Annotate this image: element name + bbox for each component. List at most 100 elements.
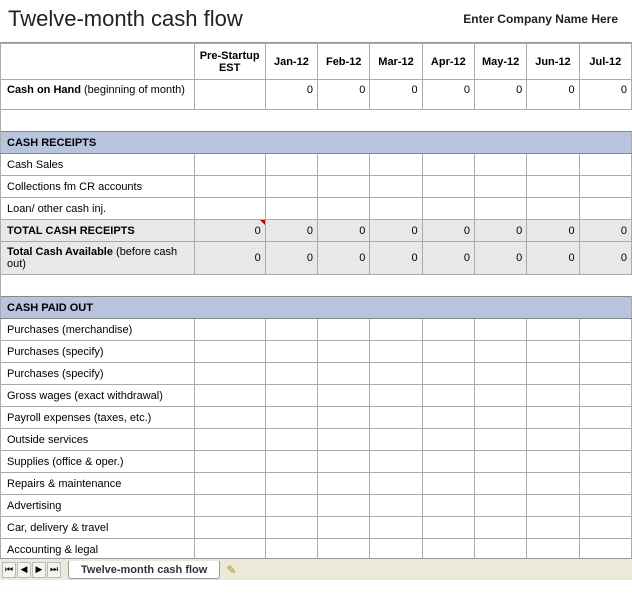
- cell[interactable]: [527, 539, 579, 559]
- cell[interactable]: [474, 517, 526, 539]
- cell[interactable]: [527, 363, 579, 385]
- cell[interactable]: 0: [474, 80, 526, 110]
- company-name[interactable]: Enter Company Name Here: [463, 12, 622, 26]
- cell[interactable]: [194, 363, 265, 385]
- cell[interactable]: [422, 429, 474, 451]
- cell[interactable]: 0: [527, 242, 579, 275]
- cell[interactable]: [318, 176, 370, 198]
- cell[interactable]: [318, 473, 370, 495]
- cell[interactable]: 0: [579, 242, 631, 275]
- cell[interactable]: 0: [422, 80, 474, 110]
- cell[interactable]: [579, 495, 631, 517]
- cell[interactable]: [318, 495, 370, 517]
- cell[interactable]: [579, 451, 631, 473]
- cell[interactable]: [194, 385, 265, 407]
- cell[interactable]: [194, 451, 265, 473]
- cell[interactable]: [527, 198, 579, 220]
- cell[interactable]: [265, 198, 317, 220]
- cell[interactable]: [318, 198, 370, 220]
- cell[interactable]: [527, 473, 579, 495]
- cell[interactable]: [370, 319, 422, 341]
- cell[interactable]: [370, 539, 422, 559]
- nav-last-icon[interactable]: ⏭: [47, 562, 61, 578]
- cell[interactable]: [265, 363, 317, 385]
- cell[interactable]: [474, 363, 526, 385]
- nav-next-icon[interactable]: ▶: [32, 562, 46, 578]
- cell[interactable]: [579, 407, 631, 429]
- cell[interactable]: [318, 385, 370, 407]
- cell[interactable]: 0: [318, 220, 370, 242]
- cell[interactable]: 0: [527, 220, 579, 242]
- cell[interactable]: [265, 176, 317, 198]
- cell[interactable]: [422, 407, 474, 429]
- cell[interactable]: [579, 473, 631, 495]
- cell[interactable]: [474, 407, 526, 429]
- cell[interactable]: [474, 154, 526, 176]
- cell[interactable]: [265, 473, 317, 495]
- cell[interactable]: [422, 154, 474, 176]
- cell[interactable]: [194, 154, 265, 176]
- cell[interactable]: [265, 451, 317, 473]
- cell[interactable]: [422, 539, 474, 559]
- cell[interactable]: [194, 429, 265, 451]
- cell[interactable]: [474, 451, 526, 473]
- cell[interactable]: 0: [194, 220, 265, 242]
- cell[interactable]: 0: [265, 242, 317, 275]
- nav-prev-icon[interactable]: ◀: [17, 562, 31, 578]
- cell[interactable]: [527, 385, 579, 407]
- cell[interactable]: [422, 517, 474, 539]
- cell[interactable]: [318, 407, 370, 429]
- cell[interactable]: [265, 517, 317, 539]
- cell[interactable]: [422, 198, 474, 220]
- cell[interactable]: [265, 319, 317, 341]
- cell[interactable]: [474, 319, 526, 341]
- cell[interactable]: [579, 385, 631, 407]
- cell[interactable]: [474, 539, 526, 559]
- cell[interactable]: 0: [474, 242, 526, 275]
- cell[interactable]: [422, 176, 474, 198]
- cell[interactable]: [370, 517, 422, 539]
- cell[interactable]: 0: [265, 220, 317, 242]
- cell[interactable]: [370, 385, 422, 407]
- cell[interactable]: [265, 154, 317, 176]
- cell[interactable]: [474, 198, 526, 220]
- cell[interactable]: [474, 429, 526, 451]
- cell[interactable]: [527, 341, 579, 363]
- cell[interactable]: [318, 363, 370, 385]
- sheet-tab[interactable]: Twelve-month cash flow: [68, 561, 220, 579]
- cell[interactable]: [194, 495, 265, 517]
- cell[interactable]: [265, 385, 317, 407]
- cell[interactable]: [422, 451, 474, 473]
- cell[interactable]: [194, 198, 265, 220]
- cell[interactable]: [370, 451, 422, 473]
- cell[interactable]: [579, 341, 631, 363]
- cell[interactable]: [370, 473, 422, 495]
- cell[interactable]: 0: [370, 220, 422, 242]
- cell[interactable]: [370, 341, 422, 363]
- cell[interactable]: 0: [194, 242, 265, 275]
- new-sheet-icon[interactable]: ✎: [226, 563, 236, 577]
- cell[interactable]: 0: [527, 80, 579, 110]
- cell[interactable]: [318, 429, 370, 451]
- cell[interactable]: 0: [579, 220, 631, 242]
- cell[interactable]: 0: [370, 242, 422, 275]
- cell[interactable]: [194, 341, 265, 363]
- cell[interactable]: [579, 176, 631, 198]
- cell[interactable]: [474, 495, 526, 517]
- cell[interactable]: [194, 319, 265, 341]
- cell[interactable]: [474, 473, 526, 495]
- cell[interactable]: 0: [318, 80, 370, 110]
- cell[interactable]: 0: [422, 242, 474, 275]
- cell[interactable]: [370, 154, 422, 176]
- cell[interactable]: [265, 539, 317, 559]
- cell[interactable]: [422, 385, 474, 407]
- cell[interactable]: 0: [370, 80, 422, 110]
- cell[interactable]: [474, 385, 526, 407]
- cell[interactable]: [318, 154, 370, 176]
- cell[interactable]: [422, 495, 474, 517]
- cell[interactable]: [422, 319, 474, 341]
- cell[interactable]: [194, 539, 265, 559]
- cell[interactable]: [527, 517, 579, 539]
- cell[interactable]: 0: [579, 80, 631, 110]
- cell[interactable]: [318, 341, 370, 363]
